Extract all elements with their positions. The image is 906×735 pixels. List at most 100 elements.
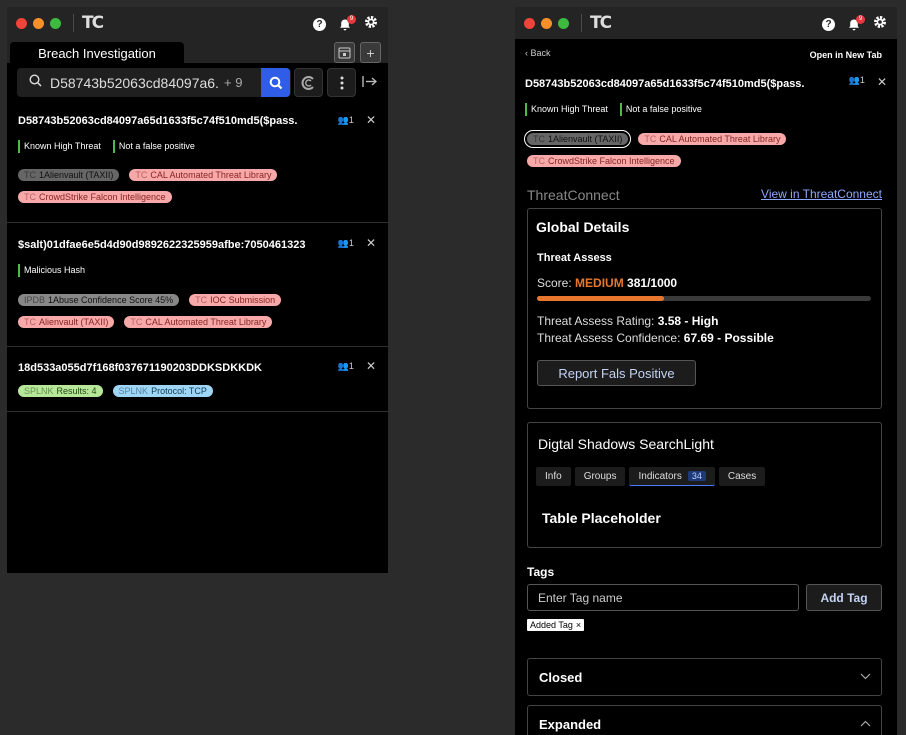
more-options-icon[interactable]	[327, 68, 356, 97]
score-level: MEDIUM	[575, 276, 624, 290]
search-icon	[29, 73, 42, 92]
source-chip[interactable]: TC CAL Automated Threat Library	[124, 316, 273, 328]
maximize-window-button[interactable]	[558, 17, 569, 29]
collapse-panel-icon[interactable]	[362, 75, 378, 91]
indicator-card[interactable]: 18d533a055d7f168f037671190203DDKSDKKDK 👥…	[7, 347, 388, 412]
close-window-button[interactable]	[524, 17, 535, 29]
indicator-title: D58743b52063cd84097a65d1633f5c74f510md5(…	[18, 115, 298, 127]
back-link[interactable]: ‹ Back	[525, 48, 551, 58]
accordion-closed[interactable]: Closed	[527, 658, 882, 696]
tab-cases[interactable]: Cases	[718, 467, 766, 486]
calendar-icon[interactable]	[334, 42, 355, 63]
tag-name-input[interactable]	[538, 590, 788, 605]
divider	[581, 14, 582, 32]
users-icon: 👥	[337, 237, 349, 248]
indicator-detail-panel: TC ? 9 ‹ Back Open in New Tab D58743b520…	[515, 7, 897, 735]
remove-indicator-button[interactable]: ✕	[366, 236, 376, 250]
divider	[73, 14, 74, 32]
source-chip-selected[interactable]: TC 1Alienvault (TAXII)	[523, 130, 632, 148]
source-chip[interactable]: TC Alienvault (TAXII)	[18, 316, 115, 328]
accordion-label: Closed	[539, 670, 583, 685]
indicator-title: D58743b52063cd84097a65d1633f5c74f510md5(…	[525, 78, 805, 90]
open-new-tab-link[interactable]: Open in New Tab	[810, 50, 882, 60]
tab-bar: Breach Investigation +	[7, 39, 388, 64]
notification-count: 9	[856, 14, 865, 24]
report-false-positive-button[interactable]: Report Fals Positive	[537, 360, 696, 386]
accordion-label: Expanded	[539, 717, 602, 732]
help-icon[interactable]: ?	[313, 18, 326, 31]
source-chip[interactable]: TC IOC Submission	[189, 294, 282, 306]
more-indicators-count[interactable]: + 9	[224, 75, 242, 90]
users-icon: 👥	[848, 75, 860, 85]
chevron-up-icon	[860, 718, 871, 730]
bell-icon[interactable]: 9	[338, 14, 356, 32]
table-placeholder: Table Placeholder	[542, 510, 661, 526]
window-titlebar: TC ? 9	[7, 7, 388, 39]
gear-icon[interactable]	[873, 15, 887, 34]
add-tag-button[interactable]: Add Tag	[806, 584, 882, 611]
tab-groups[interactable]: Groups	[574, 467, 626, 486]
tab-indicators[interactable]: Indicators 34	[629, 467, 715, 486]
digital-shadows-card: Digtal Shadows SearchLight Info Groups I…	[527, 422, 882, 548]
users-icon: 👥	[337, 360, 349, 371]
search-box: + 9	[17, 68, 291, 97]
section-heading: ThreatConnect	[527, 187, 620, 203]
accordion-expanded[interactable]: Expanded	[527, 705, 882, 735]
minimize-window-button[interactable]	[33, 17, 44, 29]
search-button[interactable]	[261, 68, 290, 97]
minimize-window-button[interactable]	[541, 17, 552, 29]
remove-tag-icon[interactable]: ×	[576, 620, 581, 630]
source-chip[interactable]: TC CrowdStrike Falcon Intelligence	[527, 155, 681, 167]
notification-count: 9	[347, 14, 356, 24]
new-tab-button[interactable]: +	[360, 42, 381, 63]
indicator-title: 18d533a055d7f168f037671190203DDKSDKKDK	[18, 362, 262, 374]
source-chip[interactable]: TC CAL Automated Threat Library	[129, 169, 278, 181]
card-title: Digtal Shadows SearchLight	[538, 436, 714, 452]
indicator-card[interactable]: D58743b52063cd84097a65d1633f5c74f510md5(…	[7, 103, 388, 223]
search-input[interactable]	[50, 74, 220, 91]
card-title: Global Details	[536, 219, 630, 235]
search-row: + 9	[7, 63, 388, 103]
indicator-count: 34	[687, 471, 706, 481]
rating-line: Threat Assess Rating: 3.58 - High	[537, 314, 719, 328]
tag-known-high-threat: Known High Threat	[525, 103, 608, 116]
investigation-panel: TC ? 9 Breach Investigation + + 9	[7, 7, 388, 573]
global-details-card: Global Details Threat Assess Score: MEDI…	[527, 208, 882, 409]
window-titlebar: TC ? 9	[515, 7, 897, 39]
remove-indicator-button[interactable]: ✕	[366, 359, 376, 373]
tc-logo: TC	[82, 13, 104, 33]
source-chip[interactable]: SPLNK Results: 4	[18, 385, 103, 397]
tag-field	[527, 584, 799, 611]
indicator-card[interactable]: $salt)01dfae6e5d4d90d9892622325959afbe:7…	[7, 223, 388, 347]
source-chip[interactable]: IPDB 1Abuse Confidence Score 45%	[18, 294, 180, 306]
tab-info[interactable]: Info	[536, 467, 571, 486]
tag-known-high-threat: Known High Threat	[18, 140, 101, 153]
gear-icon[interactable]	[364, 15, 378, 34]
added-tag-pill[interactable]: Added Tag ×	[527, 619, 585, 631]
tab-breach-investigation[interactable]: Breach Investigation	[10, 42, 184, 64]
threat-assess-heading: Threat Assess	[537, 252, 612, 264]
confidence-line: Threat Assess Confidence: 67.69 - Possib…	[537, 331, 774, 345]
users-count: 👥1	[337, 237, 354, 248]
score-progress-fill	[537, 296, 665, 301]
remove-indicator-button[interactable]: ✕	[366, 113, 376, 127]
close-detail-button[interactable]: ✕	[877, 75, 887, 89]
tag-not-false-positive: Not a false positive	[112, 140, 195, 153]
source-chip[interactable]: TC CAL Automated Threat Library	[638, 133, 787, 145]
tc-logo: TC	[590, 13, 612, 33]
close-window-button[interactable]	[16, 17, 27, 29]
tag-not-false-positive: Not a false positive	[619, 103, 702, 116]
users-count: 👥1	[848, 75, 865, 85]
users-count: 👥1	[337, 360, 354, 371]
tag-malicious-hash: Malicious Hash	[18, 264, 85, 277]
source-chip[interactable]: TC 1Alienvault (TAXII)	[18, 169, 120, 181]
source-chip[interactable]: TC CrowdStrike Falcon Intelligence	[18, 191, 172, 203]
score-value: 381/1000	[627, 276, 678, 290]
source-chip[interactable]: SPLNK Protocol: TCP	[112, 385, 213, 397]
maximize-window-button[interactable]	[50, 17, 61, 29]
crowdstrike-icon[interactable]	[294, 68, 323, 97]
users-icon: 👥	[337, 114, 349, 125]
help-icon[interactable]: ?	[822, 18, 835, 31]
bell-icon[interactable]: 9	[847, 14, 865, 32]
view-in-threatconnect-link[interactable]: View in ThreatConnect	[761, 187, 882, 201]
